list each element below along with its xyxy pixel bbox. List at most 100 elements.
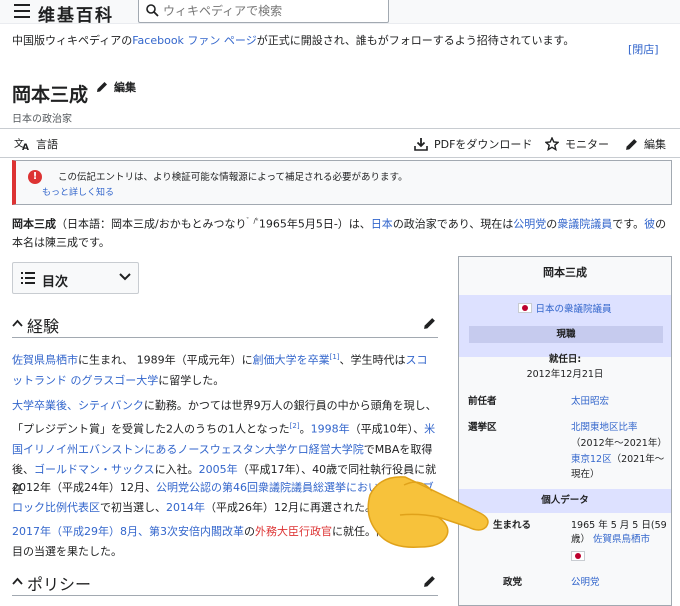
- soka-university-link[interactable]: 創価大学を卒業: [253, 354, 330, 367]
- para-text: で初当選し、: [100, 501, 166, 514]
- japan-link[interactable]: 日本: [371, 218, 393, 231]
- komeito-link[interactable]: 公明党: [513, 218, 546, 231]
- chevron-up-icon: [12, 319, 23, 327]
- search-box[interactable]: [138, 0, 389, 23]
- search-icon: [146, 4, 159, 17]
- chevron-down-icon: [119, 273, 131, 281]
- citation-link[interactable]: [1]: [330, 353, 340, 361]
- constituency-label: 選挙区: [468, 422, 497, 433]
- edit-button[interactable]: 編集: [625, 136, 666, 152]
- site-header: 维基百科: [0, 0, 680, 26]
- hamburger-menu-icon[interactable]: [14, 4, 30, 18]
- watch-button[interactable]: モニター: [545, 136, 609, 152]
- error-icon: !: [28, 170, 42, 184]
- para-text: に生まれ、 1989年（平成元年）に: [78, 353, 253, 367]
- title-edit-button[interactable]: 編集: [96, 79, 136, 95]
- constituency-years: （2012年～2021年）: [571, 438, 667, 449]
- svg-text:A: A: [22, 143, 29, 151]
- year-link[interactable]: 2005年: [199, 463, 238, 476]
- citation-link[interactable]: [2]: [290, 422, 300, 430]
- page-toolbar: 文A 言語 PDFをダウンロード モニター 編集: [0, 128, 680, 158]
- language-button[interactable]: 文A 言語: [14, 136, 58, 152]
- tokyo-12-link[interactable]: 東京12区: [571, 454, 612, 465]
- page-subtitle: 日本の政治家: [12, 114, 72, 125]
- section-heading-experience[interactable]: 経験: [12, 310, 438, 338]
- year-link[interactable]: 2014年: [166, 501, 205, 514]
- chevron-up-icon: [12, 577, 23, 585]
- language-label: 言語: [36, 138, 58, 151]
- star-icon: [545, 137, 559, 151]
- constituency-2-years: （2021年～: [611, 454, 665, 465]
- translate-icon: 文A: [14, 137, 29, 151]
- para-text: に入社。: [154, 462, 199, 476]
- pronunciation-marker: ゛/ᵏ: [246, 217, 259, 225]
- banner-close-link[interactable]: [閉店]: [628, 41, 659, 57]
- tosu-link[interactable]: 佐賀県鳥栖市: [12, 354, 78, 367]
- party-label: 政党: [503, 577, 523, 588]
- born-place-link[interactable]: 佐賀県鳥栖市: [593, 534, 650, 545]
- born-flag: [571, 551, 585, 565]
- lead-text: （日本語：岡本三成/おかもとみつなり: [56, 217, 247, 231]
- year-link[interactable]: 2017年（平成29年）8月、: [12, 525, 149, 538]
- goldman-sachs-link[interactable]: ゴールドマン・サックス: [34, 463, 155, 476]
- pencil-icon[interactable]: [423, 575, 436, 588]
- title-edit-label: 編集: [114, 81, 136, 94]
- took-office-label: 就任日:: [548, 354, 582, 365]
- banner-text: 中国版ウィキペディアの: [12, 34, 133, 47]
- citibank-link[interactable]: 大学卒業後、シティバンク: [12, 399, 144, 412]
- toc-label: 目次: [42, 275, 69, 290]
- pencil-icon: [97, 82, 107, 92]
- para-text: に留学した。: [158, 373, 225, 387]
- para-text: 。: [299, 422, 311, 436]
- infobox-title: 岡本三成: [543, 266, 587, 279]
- banner-text-suffix: が正式に開設され、誰もがフォローするよう招待されています。: [256, 34, 575, 47]
- edit-label: 編集: [644, 138, 666, 151]
- table-of-contents-toggle[interactable]: 目次: [12, 262, 139, 294]
- section-title: 経験: [27, 317, 60, 336]
- lead-text: です。: [612, 217, 645, 231]
- para-text: の: [244, 525, 255, 538]
- house-representatives-link[interactable]: 衆議院議員: [557, 218, 612, 231]
- lead-name: 岡本三成: [12, 217, 56, 231]
- section-heading-policy[interactable]: ポリシー: [12, 568, 438, 596]
- download-pdf-button[interactable]: PDFをダウンロード: [414, 136, 532, 152]
- missing-article-link[interactable]: 外務大臣行政官: [255, 525, 332, 538]
- constituency-2-end: 現在）: [571, 469, 600, 480]
- born-age: 歳）: [571, 534, 591, 545]
- para-text: （平成26年）12月に再選された。: [205, 501, 376, 514]
- section-title: ポリシー: [27, 575, 92, 594]
- born-date: 1965 年 5 月 5 日(59: [571, 520, 667, 531]
- site-notice-banner: 中国版ウィキペディアのFacebook ファン ページが正式に開設され、誰もがフ…: [12, 34, 662, 48]
- lead-text: の: [546, 217, 558, 231]
- abe-cabinet-link[interactable]: 第3次安倍内閣改革: [149, 525, 244, 538]
- party-link[interactable]: 公明党: [571, 576, 600, 590]
- list-icon: [21, 272, 35, 284]
- office-link[interactable]: 日本の衆議院議員: [536, 304, 612, 315]
- predecessor-label: 前任者: [468, 396, 497, 407]
- constituency-link[interactable]: 北関東地区比率: [571, 421, 638, 435]
- lead-paragraph: 岡本三成（日本語：岡本三成/おかもとみつなり゛/ᵏ1965年5月5日-）は、日本…: [12, 212, 672, 252]
- search-input[interactable]: [163, 2, 383, 19]
- pencil-icon: [626, 138, 637, 150]
- para-text: 2012年（平成24年）12月、: [12, 481, 156, 494]
- infobox-office: 日本の衆議院議員: [459, 303, 671, 317]
- year-link[interactable]: 1998年: [311, 423, 350, 436]
- lead-text: 1965年5月5日-）は、: [258, 217, 371, 231]
- experience-paragraph-1: 佐賀県鳥栖市に生まれ、 1989年（平成元年）に創価大学を卒業[1]、学生時代は…: [12, 347, 438, 391]
- he-link[interactable]: 彼: [644, 218, 655, 231]
- para-text: （平成10年）、: [349, 422, 425, 436]
- download-icon: [414, 138, 428, 151]
- site-logo[interactable]: 维基百科: [38, 1, 114, 26]
- japan-flag-icon: [518, 303, 533, 313]
- infobox-current: 現職: [469, 326, 663, 343]
- pencil-icon[interactable]: [423, 317, 436, 330]
- japan-flag-icon: [571, 551, 585, 561]
- para-text: 、学生時代は: [339, 353, 406, 367]
- took-office-date: 2012年12月21日: [526, 369, 604, 380]
- predecessor-link[interactable]: 太田昭宏: [571, 395, 609, 409]
- download-pdf-label: PDFをダウンロード: [434, 138, 533, 151]
- page-title: 岡本三成: [12, 84, 89, 106]
- lead-text: の政治家であり、現在は: [392, 217, 514, 231]
- learn-more-link[interactable]: もっと詳しく知る: [42, 185, 114, 198]
- facebook-page-link[interactable]: Facebook ファン ページ: [132, 34, 256, 47]
